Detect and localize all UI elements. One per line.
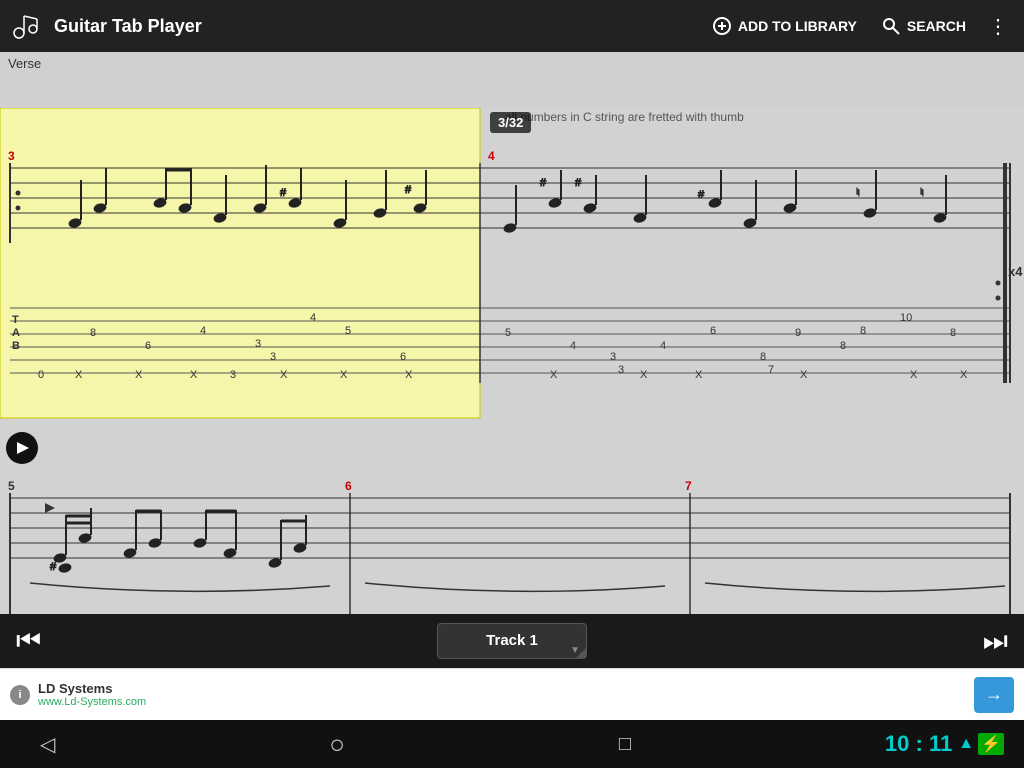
svg-text:X: X bbox=[960, 369, 968, 381]
status-area: 10 : 11 ▲ ⚡ bbox=[885, 731, 1004, 757]
rewind-button[interactable]: ⏮ bbox=[10, 619, 47, 664]
section-label: Verse bbox=[8, 56, 41, 71]
svg-text:6: 6 bbox=[345, 479, 352, 493]
track-bar: ⏮ Track 1 ▼ ⏭ bbox=[0, 614, 1024, 668]
fast-forward-button[interactable]: ⏭ bbox=[977, 619, 1014, 664]
svg-text:#: # bbox=[280, 187, 287, 199]
app-title: Guitar Tab Player bbox=[54, 16, 702, 37]
svg-text:X: X bbox=[640, 369, 648, 381]
svg-text:4: 4 bbox=[660, 340, 666, 352]
svg-text:3: 3 bbox=[230, 369, 236, 381]
search-button[interactable]: SEARCH bbox=[871, 10, 976, 42]
svg-text:6: 6 bbox=[145, 340, 151, 352]
ad-company-name: LD Systems bbox=[38, 681, 974, 696]
svg-text:X: X bbox=[695, 369, 703, 381]
svg-text:9: 9 bbox=[795, 327, 801, 339]
svg-text:♮: ♮ bbox=[856, 187, 860, 199]
score-notation: T A B 3 4 x4 8 6 4 3 3 4 5 6 0 X bbox=[0, 108, 1024, 614]
svg-text:8: 8 bbox=[90, 327, 96, 339]
time-display: 10 : 11 bbox=[885, 731, 952, 757]
svg-text:#: # bbox=[50, 561, 57, 573]
svg-text:A: A bbox=[12, 327, 20, 339]
svg-text:4: 4 bbox=[570, 340, 576, 352]
svg-text:3: 3 bbox=[255, 338, 261, 350]
overflow-menu-button[interactable]: ⋮ bbox=[980, 8, 1016, 45]
svg-text:X: X bbox=[910, 369, 918, 381]
svg-text:3: 3 bbox=[618, 364, 624, 376]
svg-text:X: X bbox=[405, 369, 413, 381]
app-icon bbox=[8, 8, 44, 44]
back-button[interactable]: ◁ bbox=[20, 726, 75, 763]
svg-text:T: T bbox=[12, 314, 19, 326]
svg-text:8: 8 bbox=[840, 340, 846, 352]
svg-text:5: 5 bbox=[345, 325, 351, 337]
svg-text:X: X bbox=[550, 369, 558, 381]
svg-text:x4: x4 bbox=[1008, 264, 1023, 279]
svg-text:B: B bbox=[12, 340, 20, 352]
svg-text:0: 0 bbox=[38, 369, 44, 381]
ad-info-icon: i bbox=[10, 685, 30, 705]
track-selector[interactable]: Track 1 ▼ bbox=[437, 623, 587, 659]
svg-text:5: 5 bbox=[8, 479, 15, 493]
top-bar: Guitar Tab Player ADD TO LIBRARY SEARCH … bbox=[0, 0, 1024, 52]
svg-text:7: 7 bbox=[685, 479, 692, 493]
svg-text:#: # bbox=[405, 184, 412, 196]
ad-arrow-button[interactable]: → bbox=[974, 677, 1014, 713]
svg-text:4: 4 bbox=[310, 312, 316, 324]
svg-text:♮: ♮ bbox=[920, 187, 924, 199]
svg-text:#: # bbox=[575, 177, 582, 189]
ad-url[interactable]: www.Ld-Systems.com bbox=[38, 696, 974, 708]
hint-text: all numbers in C string are fretted with… bbox=[505, 110, 744, 124]
svg-text:6: 6 bbox=[710, 325, 716, 337]
home-button[interactable]: ○ bbox=[309, 723, 365, 766]
svg-text:8: 8 bbox=[860, 325, 866, 337]
svg-text:6: 6 bbox=[400, 351, 406, 363]
android-nav-bar: ◁ ○ □ 10 : 11 ▲ ⚡ bbox=[0, 720, 1024, 768]
status-icons: ▲ ⚡ bbox=[958, 733, 1004, 755]
svg-text:7: 7 bbox=[768, 364, 774, 376]
ad-bar: i LD Systems www.Ld-Systems.com → bbox=[0, 668, 1024, 720]
page-indicator: 3/32 bbox=[490, 112, 531, 133]
svg-text:X: X bbox=[75, 369, 83, 381]
svg-text:10: 10 bbox=[900, 312, 912, 324]
recent-button[interactable]: □ bbox=[599, 727, 651, 762]
svg-text:X: X bbox=[190, 369, 198, 381]
svg-text:4: 4 bbox=[488, 149, 495, 163]
svg-text:X: X bbox=[340, 369, 348, 381]
svg-text:3: 3 bbox=[8, 149, 15, 163]
svg-text:#: # bbox=[540, 177, 547, 189]
svg-text:3: 3 bbox=[270, 351, 276, 363]
svg-text:8: 8 bbox=[950, 327, 956, 339]
svg-text:X: X bbox=[280, 369, 288, 381]
svg-text:5: 5 bbox=[505, 327, 511, 339]
svg-text:3: 3 bbox=[610, 351, 616, 363]
battery-icon: ⚡ bbox=[978, 733, 1004, 755]
svg-text:X: X bbox=[800, 369, 808, 381]
ad-text: LD Systems www.Ld-Systems.com bbox=[38, 681, 974, 708]
signal-icon: ▲ bbox=[958, 735, 974, 753]
top-bar-actions: ADD TO LIBRARY SEARCH ⋮ bbox=[702, 8, 1016, 45]
track-label: Track 1 bbox=[486, 632, 538, 649]
main-content: Verse T A B 3 4 bbox=[0, 52, 1024, 614]
svg-text:8: 8 bbox=[760, 351, 766, 363]
svg-text:X: X bbox=[135, 369, 143, 381]
svg-text:#: # bbox=[698, 189, 705, 201]
add-to-library-button[interactable]: ADD TO LIBRARY bbox=[702, 10, 867, 42]
track-dropdown-indicator: ▼ bbox=[570, 645, 580, 656]
svg-text:4: 4 bbox=[200, 325, 206, 337]
